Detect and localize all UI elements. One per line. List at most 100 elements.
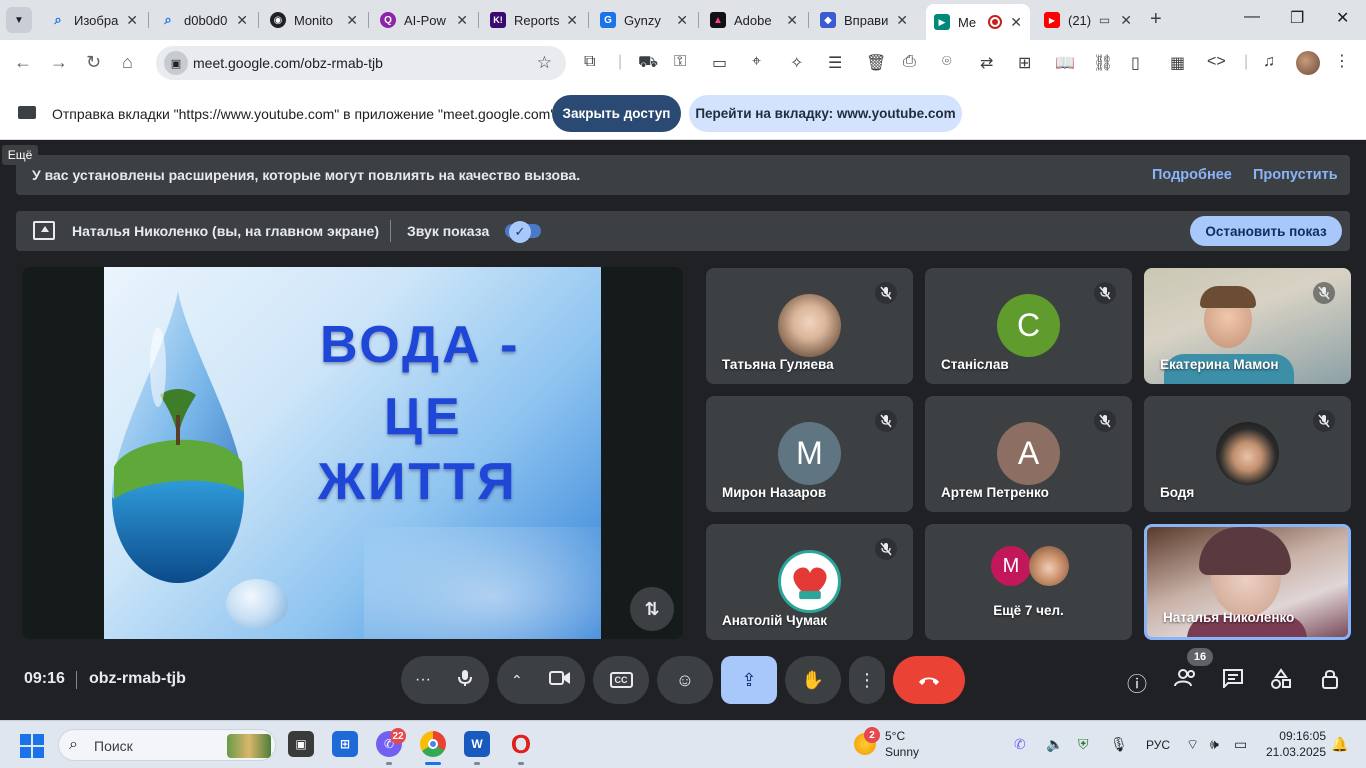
back-arrow-icon[interactable]: ← — [14, 52, 32, 73]
meeting-info-icon[interactable]: ⓘ — [1127, 668, 1147, 697]
location-icon[interactable]: ⌖ — [752, 53, 761, 71]
site-info-icon[interactable]: ▣ — [164, 51, 188, 75]
home-icon[interactable]: ⌂ — [122, 52, 133, 73]
qr-code-icon[interactable]: ⊞ — [1018, 53, 1031, 73]
browser-tab[interactable]: ◆ Вправи ✕ — [812, 4, 916, 36]
notifications-bell-icon[interactable]: 🔔 — [1331, 736, 1348, 753]
chrome-icon[interactable] — [420, 731, 446, 757]
volume-icon[interactable]: 🕪 — [1210, 736, 1219, 753]
participant-tile[interactable]: М Мирон Назаров — [706, 396, 913, 512]
chat-icon[interactable] — [1222, 668, 1244, 694]
clock-time[interactable]: 09:16:05 — [1276, 729, 1326, 743]
learn-more-link[interactable]: Подробнее — [1152, 167, 1232, 183]
profile-avatar[interactable] — [1296, 51, 1320, 75]
bookmark-star-icon[interactable]: ☆ — [537, 53, 552, 73]
close-window-button[interactable]: ✕ — [1336, 8, 1349, 28]
stop-presenting-button[interactable]: Остановить показ — [1190, 216, 1342, 246]
self-tile[interactable]: Наталья Николенко — [1144, 524, 1351, 640]
participant-tile[interactable]: С Станіслав — [925, 268, 1132, 384]
devices-icon[interactable]: ▯ — [1131, 53, 1140, 73]
browser-tab[interactable]: ▶ (21) ▭ ✕ — [1036, 4, 1140, 36]
browser-tab[interactable]: ⌕ Изобра ✕ — [42, 4, 146, 36]
camera-icon[interactable] — [549, 670, 571, 691]
participant-tile[interactable]: Анатолій Чумак — [706, 524, 913, 640]
close-icon[interactable]: ✕ — [456, 12, 468, 29]
go-to-tab-button[interactable]: Перейти на вкладку: www.youtube.com — [689, 95, 962, 132]
people-icon[interactable] — [1174, 668, 1198, 694]
participant-tile[interactable]: Татьяна Гуляева — [706, 268, 913, 384]
link-icon[interactable]: ⛓ — [1093, 53, 1113, 73]
dismiss-link[interactable]: Пропустить — [1253, 167, 1338, 183]
raise-hand-button[interactable]: ✋ — [785, 656, 841, 704]
trash-icon[interactable]: 🗑 — [866, 53, 886, 73]
store-icon[interactable]: ⊞ — [332, 731, 358, 757]
viber-tray-icon[interactable]: ✆ — [1014, 736, 1026, 753]
participant-tile[interactable]: Екатерина Мамон — [1144, 268, 1351, 384]
card-icon[interactable]: ▭ — [712, 53, 727, 73]
browser-tab[interactable]: G Gynzy ✕ — [592, 4, 696, 36]
task-view-icon[interactable]: ▣ — [288, 731, 314, 757]
close-icon[interactable]: ✕ — [786, 12, 798, 29]
swap-layout-icon[interactable]: ⇅ — [630, 587, 674, 631]
key-icon[interactable]: ⚿ — [674, 53, 686, 71]
activities-icon[interactable] — [1270, 668, 1292, 696]
close-icon[interactable]: ✕ — [1120, 12, 1132, 29]
captions-button[interactable]: CC — [593, 656, 649, 704]
battery-icon[interactable]: ▭ — [1234, 736, 1247, 753]
list-icon[interactable]: ☰ — [828, 53, 842, 73]
language-indicator[interactable]: РУС — [1146, 738, 1170, 752]
reading-mode-icon[interactable]: 📖 — [1055, 53, 1075, 73]
media-control-icon[interactable]: ♫ — [1263, 53, 1275, 71]
new-tab-button[interactable]: + — [1150, 8, 1162, 31]
tab-search-button[interactable]: ▼ — [6, 7, 32, 33]
participant-tile[interactable]: Бодя — [1144, 396, 1351, 512]
present-button[interactable]: ⇪ — [721, 656, 777, 704]
print-icon[interactable]: ⎙ — [903, 53, 916, 71]
extension-icon[interactable]: ⧉ — [584, 53, 595, 71]
favorites-icon[interactable]: ✧ — [790, 53, 803, 73]
chevron-up-icon[interactable]: ⌃ — [511, 672, 523, 689]
restore-button[interactable]: ❐ — [1290, 8, 1304, 28]
address-bar[interactable]: ▣ meet.google.com/obz-rmab-tjb ☆ — [156, 46, 566, 80]
minimize-button[interactable]: — — [1244, 8, 1260, 26]
taskbar-search[interactable]: ⌕ Поиск — [58, 729, 276, 761]
reactions-button[interactable]: ☺ — [657, 656, 713, 704]
stop-access-button[interactable]: Закрыть доступ — [552, 95, 681, 132]
opera-icon[interactable]: O — [508, 729, 534, 759]
table-icon[interactable]: ▦ — [1170, 53, 1185, 73]
participant-tile[interactable]: А Артем Петренко — [925, 396, 1132, 512]
close-icon[interactable]: ✕ — [1010, 14, 1022, 31]
browser-tab[interactable]: K! Reports ✕ — [482, 4, 586, 36]
more-participants-tile[interactable]: M Ещё 7 чел. — [925, 524, 1132, 640]
security-icon[interactable]: ⛨ — [1078, 736, 1089, 753]
host-controls-icon[interactable] — [1320, 668, 1340, 696]
close-icon[interactable]: ✕ — [676, 12, 688, 29]
windows-start-icon[interactable] — [20, 734, 44, 758]
close-icon[interactable]: ✕ — [126, 12, 138, 29]
clock-date[interactable]: 21.03.2025 — [1264, 745, 1326, 759]
browser-tab[interactable]: ▲ Adobe ✕ — [702, 4, 806, 36]
checkmark-icon[interactable]: ✓ — [509, 221, 531, 243]
word-icon[interactable]: W — [464, 731, 490, 757]
close-icon[interactable]: ✕ — [896, 12, 908, 29]
more-options-button[interactable]: ⋮ — [849, 656, 885, 704]
url-text[interactable]: meet.google.com/obz-rmab-tjb — [193, 55, 383, 71]
close-icon[interactable]: ✕ — [346, 12, 358, 29]
close-icon[interactable]: ✕ — [566, 12, 578, 29]
code-icon[interactable]: <> — [1207, 53, 1226, 71]
wifi-icon[interactable]: ⌔ — [1186, 736, 1199, 754]
more-audio-options-icon[interactable]: ··· — [415, 671, 431, 689]
browser-tab[interactable]: ⌕ d0b0d0 ✕ — [152, 4, 256, 36]
more-menu-icon[interactable]: ⋮ — [1334, 51, 1350, 71]
screenshot-icon[interactable]: ⌾ — [942, 53, 952, 71]
browser-tab-active[interactable]: ▶ Me ✕ — [926, 4, 1030, 40]
reload-icon[interactable]: ↻ — [86, 52, 101, 73]
car-icon[interactable]: ⛟ — [638, 53, 658, 73]
browser-tab[interactable]: Q AI-Pow ✕ — [372, 4, 476, 36]
speaker-icon[interactable]: 🔈 — [1046, 736, 1063, 753]
translate-icon[interactable]: ⇄ — [980, 53, 993, 73]
microphone-tray-icon[interactable]: 🎙 — [1110, 736, 1128, 753]
browser-tab[interactable]: ◉ Monito ✕ — [262, 4, 366, 36]
leave-call-button[interactable] — [893, 656, 965, 704]
forward-arrow-icon[interactable]: → — [50, 52, 68, 73]
